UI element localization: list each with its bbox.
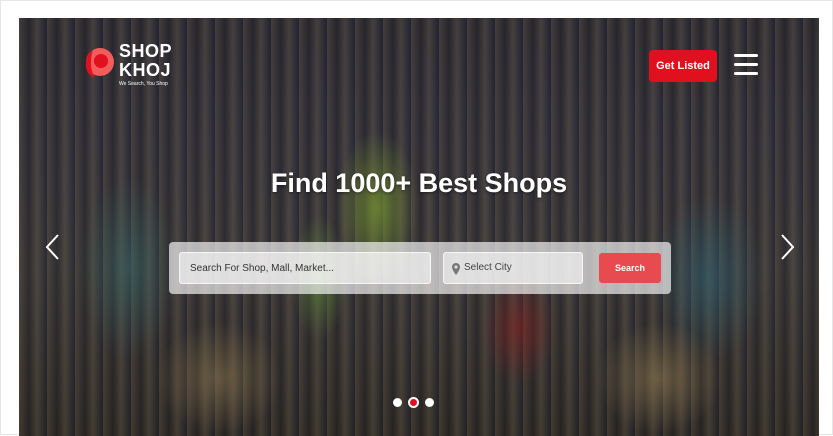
shopkhoj-logo[interactable]: SHOP KHOJ We Search, You Shop	[81, 40, 181, 90]
page-frame: SHOP KHOJ We Search, You Shop Get Listed…	[0, 0, 833, 436]
hamburger-icon[interactable]	[734, 54, 758, 76]
carousel-dots	[393, 396, 434, 408]
logo-wordmark: SHOP KHOJ	[119, 42, 172, 80]
logo-mark-icon	[85, 48, 114, 78]
logo-line-2: KHOJ	[119, 60, 172, 80]
logo-line-1: SHOP	[119, 41, 173, 61]
chevron-right-icon[interactable]	[777, 232, 797, 262]
city-select[interactable]: Select City	[443, 252, 583, 284]
get-listed-button[interactable]: Get Listed	[649, 50, 717, 82]
search-button[interactable]: Search	[599, 253, 661, 283]
carousel-dot-1[interactable]	[393, 397, 402, 407]
map-pin-icon	[452, 263, 460, 275]
chevron-left-icon[interactable]	[43, 232, 63, 262]
city-select-label: Select City	[464, 262, 512, 273]
hero-headline: Find 1000+ Best Shops	[270, 168, 568, 198]
menu-bar	[734, 63, 758, 66]
carousel-dot-3[interactable]	[425, 397, 434, 407]
carousel-dot-2[interactable]	[408, 396, 419, 408]
shop-search-input[interactable]	[179, 252, 431, 284]
logo-tagline: We Search, You Shop	[119, 81, 168, 87]
menu-bar	[734, 54, 758, 57]
menu-bar	[734, 72, 758, 75]
hero-banner: SHOP KHOJ We Search, You Shop Get Listed…	[19, 18, 819, 436]
search-panel: Select City Search	[169, 242, 671, 294]
